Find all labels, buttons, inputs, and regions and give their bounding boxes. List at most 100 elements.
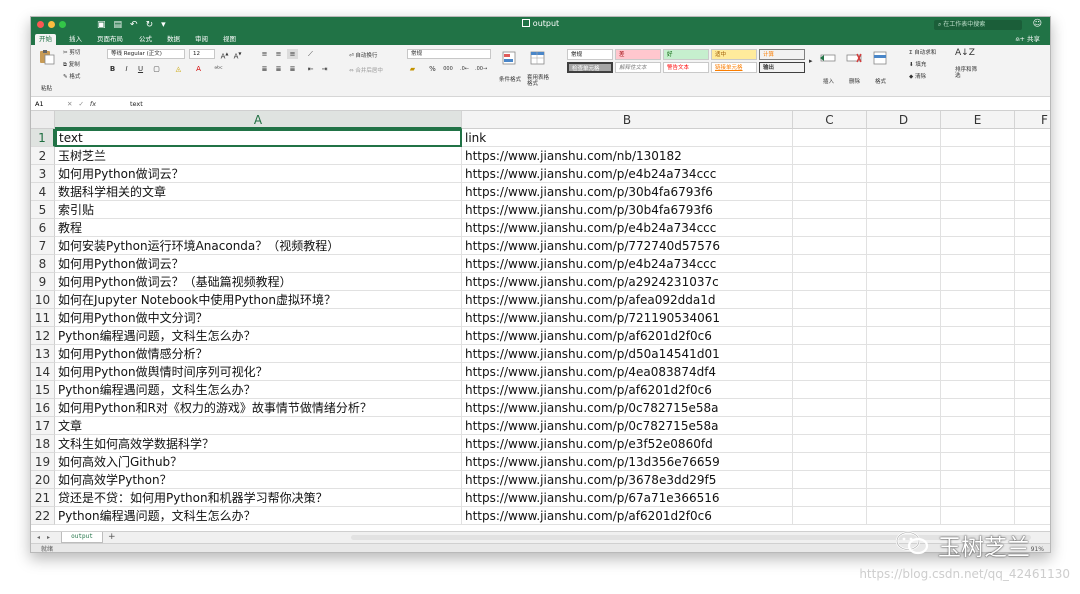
row-header[interactable]: 6 xyxy=(31,219,55,237)
row-header[interactable]: 21 xyxy=(31,489,55,507)
table-cell[interactable] xyxy=(867,219,941,237)
row-header[interactable]: 2 xyxy=(31,147,55,165)
table-cell[interactable] xyxy=(1015,345,1050,363)
table-cell[interactable] xyxy=(867,147,941,165)
table-cell[interactable] xyxy=(867,345,941,363)
insert-cells-label[interactable]: 插入 xyxy=(823,77,834,85)
phonetic-button[interactable]: ᵃᵇᶜ xyxy=(213,64,224,74)
table-cell[interactable] xyxy=(793,327,867,345)
table-cell[interactable] xyxy=(793,255,867,273)
table-cell[interactable]: 如何用Python做词云？ xyxy=(55,165,462,183)
tab-formulas[interactable]: 公式 xyxy=(135,34,156,45)
bold-button[interactable]: B xyxy=(107,64,118,74)
tab-view[interactable]: 视图 xyxy=(219,34,240,45)
table-cell[interactable] xyxy=(1015,381,1050,399)
table-cell[interactable] xyxy=(941,435,1015,453)
format-painter-button[interactable]: ✎ 格式 xyxy=(63,72,80,80)
align-center-button[interactable]: ≣ xyxy=(273,64,284,74)
table-cell[interactable] xyxy=(793,147,867,165)
next-sheet-icon[interactable]: ▸ xyxy=(47,533,50,543)
table-cell[interactable]: 如何用Python和R对《权力的游戏》故事情节做情绪分析？ xyxy=(55,399,462,417)
clear-button[interactable]: ◆ 清除 xyxy=(909,72,926,80)
table-cell[interactable] xyxy=(941,489,1015,507)
table-cell[interactable] xyxy=(793,363,867,381)
table-cell[interactable]: https://www.jianshu.com/p/d50a14541d01 xyxy=(462,345,793,363)
table-cell[interactable] xyxy=(1015,417,1050,435)
format-as-table-icon[interactable] xyxy=(529,50,547,66)
table-cell[interactable] xyxy=(867,471,941,489)
style-warning[interactable]: 警告文本 xyxy=(663,62,709,73)
table-cell[interactable]: 贷还是不贷：如何用Python和机器学习帮你决策？ xyxy=(55,489,462,507)
horizontal-scrollbar[interactable] xyxy=(351,535,1031,540)
select-all-button[interactable] xyxy=(31,111,55,129)
table-cell[interactable]: https://www.jianshu.com/p/30b4fa6793f6 xyxy=(462,183,793,201)
table-cell[interactable]: 如何高效入门Github？ xyxy=(55,453,462,471)
table-cell[interactable] xyxy=(941,273,1015,291)
table-cell[interactable] xyxy=(941,201,1015,219)
table-cell[interactable] xyxy=(793,273,867,291)
currency-format-button[interactable]: ▰ xyxy=(407,64,418,74)
table-cell[interactable] xyxy=(867,309,941,327)
table-cell[interactable] xyxy=(1015,273,1050,291)
table-cell[interactable]: 如何高效学Python？ xyxy=(55,471,462,489)
delete-cells-label[interactable]: 删除 xyxy=(849,77,860,85)
table-cell[interactable]: https://www.jianshu.com/p/3678e3dd29f5 xyxy=(462,471,793,489)
table-cell[interactable] xyxy=(1015,183,1050,201)
insert-function-button[interactable]: fx xyxy=(90,99,96,109)
table-cell[interactable] xyxy=(793,165,867,183)
tab-data[interactable]: 数据 xyxy=(163,34,184,45)
table-cell[interactable]: 教程 xyxy=(55,219,462,237)
table-cell[interactable] xyxy=(1015,237,1050,255)
table-cell[interactable]: 索引贴 xyxy=(55,201,462,219)
table-cell[interactable] xyxy=(867,381,941,399)
conditional-format-label[interactable]: 条件格式 xyxy=(499,75,521,83)
table-cell[interactable] xyxy=(941,165,1015,183)
table-cell[interactable] xyxy=(867,129,941,147)
decrease-indent-button[interactable]: ⇤ xyxy=(305,64,316,74)
table-cell[interactable] xyxy=(793,129,867,147)
decrease-decimal-button[interactable]: .00→ xyxy=(475,64,487,74)
table-cell[interactable]: https://www.jianshu.com/p/a2924231037c xyxy=(462,273,793,291)
table-cell[interactable] xyxy=(1015,507,1050,525)
table-cell[interactable]: Python编程遇问题，文科生怎么办？ xyxy=(55,381,462,399)
table-cell[interactable] xyxy=(793,291,867,309)
font-size-select[interactable]: 12 xyxy=(189,49,215,59)
autosum-button[interactable]: Σ 自动求和 xyxy=(909,48,936,56)
paste-icon[interactable] xyxy=(37,49,55,65)
sort-filter-icon[interactable]: A↓Z xyxy=(955,48,975,58)
copy-button[interactable]: ⧉ 复制 xyxy=(63,60,80,69)
table-cell[interactable] xyxy=(1015,435,1050,453)
table-cell[interactable]: https://www.jianshu.com/p/30b4fa6793f6 xyxy=(462,201,793,219)
table-cell[interactable] xyxy=(867,417,941,435)
table-cell[interactable]: 如何用Python做舆情时间序列可视化？ xyxy=(55,363,462,381)
format-cells-icon[interactable] xyxy=(871,50,889,66)
cancel-icon[interactable]: ✕ xyxy=(67,99,72,109)
style-check-cell[interactable]: 检查单元格 xyxy=(567,62,613,73)
table-cell[interactable]: 如何用Python做词云？ xyxy=(55,255,462,273)
sheet-search-input[interactable]: ⌕ 在工作表中搜索 xyxy=(934,20,1022,30)
prev-sheet-icon[interactable]: ◂ xyxy=(37,533,40,543)
table-cell[interactable] xyxy=(793,435,867,453)
insert-cells-icon[interactable] xyxy=(819,50,837,66)
italic-button[interactable]: I xyxy=(121,64,132,74)
table-cell[interactable] xyxy=(867,363,941,381)
table-cell[interactable] xyxy=(941,507,1015,525)
fill-color-button[interactable]: ◬ xyxy=(173,64,184,74)
table-cell[interactable] xyxy=(867,327,941,345)
row-header[interactable]: 3 xyxy=(31,165,55,183)
delete-cells-icon[interactable] xyxy=(845,50,863,66)
table-cell[interactable] xyxy=(941,309,1015,327)
column-header-e[interactable]: E xyxy=(941,111,1015,129)
table-cell[interactable]: https://www.jianshu.com/p/13d356e76659 xyxy=(462,453,793,471)
column-header-a[interactable]: A xyxy=(55,111,462,129)
percent-button[interactable]: % xyxy=(427,64,438,74)
table-cell[interactable] xyxy=(867,237,941,255)
row-header[interactable]: 15 xyxy=(31,381,55,399)
table-cell[interactable] xyxy=(793,345,867,363)
table-cell[interactable]: 文章 xyxy=(55,417,462,435)
formula-input[interactable]: text xyxy=(130,99,143,109)
feedback-smiley-icon[interactable]: ☺ xyxy=(1033,19,1042,29)
table-cell[interactable]: https://www.jianshu.com/p/721190534061 xyxy=(462,309,793,327)
add-sheet-button[interactable]: + xyxy=(108,532,116,543)
table-cell[interactable] xyxy=(941,363,1015,381)
